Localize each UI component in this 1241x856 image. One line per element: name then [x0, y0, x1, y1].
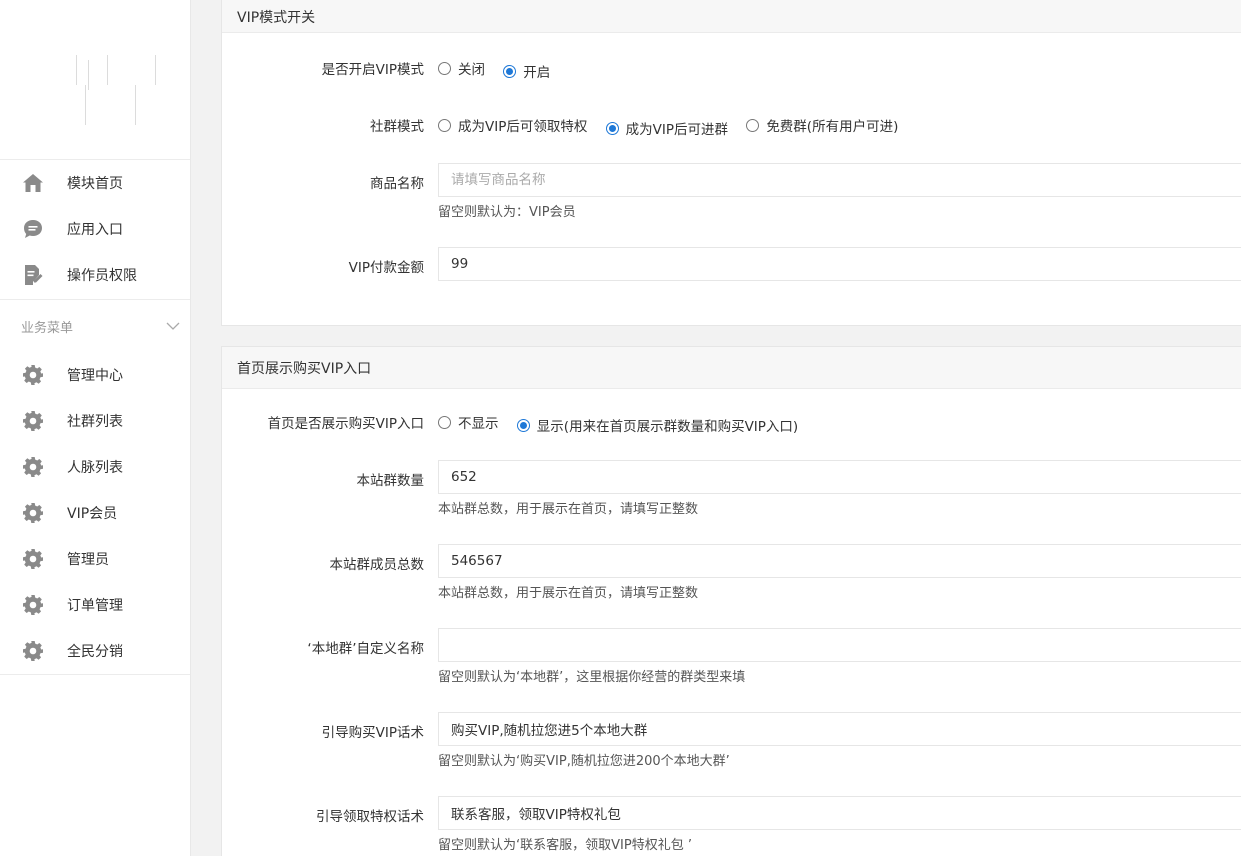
- panel-title: VIP模式开关: [222, 0, 1241, 33]
- sidebar-item-order-management[interactable]: 订单管理: [0, 582, 190, 628]
- gear-icon: [22, 548, 44, 570]
- group-count-input[interactable]: [438, 460, 1241, 494]
- field-label: 引导领取特权话术: [316, 809, 424, 825]
- privilege-script-input[interactable]: [438, 796, 1241, 830]
- sidebar-item-label: 管理中心: [67, 368, 123, 384]
- home-entry-panel: 首页展示购买VIP入口 首页是否展示购买VIP入口 不显示 显示(用来在首页展示…: [221, 346, 1241, 856]
- gear-icon: [22, 364, 44, 386]
- sidebar-item-label: 社群列表: [67, 414, 123, 430]
- sidebar-item-app-entry[interactable]: 应用入口: [0, 206, 190, 252]
- field-label: VIP付款金额: [348, 260, 424, 276]
- business-menu-toggle[interactable]: 业务菜单: [0, 300, 190, 352]
- gear-icon: [22, 594, 44, 616]
- sidebar-item-contacts-list[interactable]: 人脉列表: [0, 444, 190, 490]
- hide-entry-radio[interactable]: 不显示: [438, 412, 499, 432]
- chat-bubble-icon: [22, 218, 44, 240]
- sidebar-item-label: 管理员: [67, 552, 109, 568]
- show-entry-radio[interactable]: 显示(用来在首页展示群数量和购买VIP入口): [516, 415, 798, 435]
- field-label: 本站群成员总数: [329, 557, 425, 573]
- vip-mode-off-radio[interactable]: 关闭: [438, 58, 485, 78]
- sidebar-item-label: 应用入口: [67, 222, 123, 238]
- sidebar-item-group-list[interactable]: 社群列表: [0, 398, 190, 444]
- panel-title: 首页展示购买VIP入口: [222, 347, 1241, 389]
- field-hint: 本站群总数，用于展示在首页，请填写正整数: [438, 586, 699, 601]
- sidebar-item-label: 模块首页: [67, 176, 123, 192]
- sidebar-item-module-home[interactable]: 模块首页: [0, 160, 190, 206]
- sidebar-item-administrators[interactable]: 管理员: [0, 536, 190, 582]
- group-mode-join-radio[interactable]: 成为VIP后可进群: [605, 118, 728, 138]
- gear-icon: [22, 640, 44, 662]
- buy-vip-script-input[interactable]: [438, 712, 1241, 746]
- group-mode-radio-group: 成为VIP后可领取特权 成为VIP后可进群 免费群(所有用户可进): [438, 115, 912, 138]
- group-mode-privilege-radio[interactable]: 成为VIP后可领取特权: [438, 115, 587, 135]
- local-group-name-input[interactable]: [438, 628, 1241, 662]
- sidebar-item-label: 人脉列表: [67, 460, 123, 476]
- document-edit-icon: [22, 264, 44, 286]
- vip-mode-radio-group: 关闭 开启: [438, 58, 564, 81]
- field-label: 本站群数量: [356, 473, 425, 489]
- chevron-down-icon: [166, 319, 180, 334]
- sidebar-item-distribution[interactable]: 全民分销: [0, 628, 190, 674]
- logo: [0, 0, 190, 160]
- show-entry-radio-group: 不显示 显示(用来在首页展示群数量和购买VIP入口): [438, 412, 812, 435]
- vip-mode-panel: VIP模式开关 是否开启VIP模式 关闭 开启 社群模式 成为VIP后可领取特权…: [221, 0, 1241, 326]
- field-label: 商品名称: [370, 176, 424, 192]
- top-nav: 模块首页 应用入口 操作员权限: [0, 160, 190, 300]
- field-label: 社群模式: [370, 119, 424, 135]
- field-label: 首页是否展示购买VIP入口: [267, 416, 424, 432]
- field-label: ‘本地群’自定义名称: [307, 641, 424, 657]
- sidebar-item-management-center[interactable]: 管理中心: [0, 352, 190, 398]
- field-label: 引导购买VIP话术: [321, 725, 424, 741]
- group-mode-free-radio[interactable]: 免费群(所有用户可进): [746, 115, 898, 135]
- field-hint: 留空则默认为：VIP会员: [438, 205, 576, 220]
- gear-icon: [22, 410, 44, 432]
- member-count-input[interactable]: [438, 544, 1241, 578]
- field-hint: 本站群总数，用于展示在首页，请填写正整数: [438, 502, 699, 517]
- vip-mode-on-radio[interactable]: 开启: [503, 61, 550, 81]
- gear-icon: [22, 502, 44, 524]
- main-content: VIP模式开关 是否开启VIP模式 关闭 开启 社群模式 成为VIP后可领取特权…: [221, 0, 1241, 856]
- field-hint: 留空则默认为‘联系客服，领取VIP特权礼包 ’: [438, 838, 692, 853]
- sidebar: 模块首页 应用入口 操作员权限 业务菜单 管理中心 社群列表 人脉列表 VIP会员 管理…: [0, 0, 191, 856]
- field-hint: 留空则默认为‘本地群’，这里根据你经营的群类型来填: [438, 670, 746, 685]
- field-label: 是否开启VIP模式: [321, 62, 424, 78]
- sidebar-item-label: 全民分销: [67, 644, 123, 660]
- sidebar-item-label: 订单管理: [67, 598, 123, 614]
- home-icon: [22, 172, 44, 194]
- vip-price-input[interactable]: [438, 247, 1241, 281]
- product-name-input[interactable]: [438, 163, 1241, 197]
- sidebar-item-vip-members[interactable]: VIP会员: [0, 490, 190, 536]
- field-hint: 留空则默认为‘购买VIP,随机拉您进200个本地大群’: [438, 754, 730, 769]
- gear-icon: [22, 456, 44, 478]
- sidebar-item-label: VIP会员: [67, 506, 118, 522]
- sidebar-item-operator-permissions[interactable]: 操作员权限: [0, 252, 190, 298]
- sidebar-item-label: 操作员权限: [67, 268, 137, 284]
- business-menu-title: 业务菜单: [21, 320, 74, 336]
- business-menu: 管理中心社群列表人脉列表 VIP会员管理员订单管理全民分销: [0, 352, 190, 675]
